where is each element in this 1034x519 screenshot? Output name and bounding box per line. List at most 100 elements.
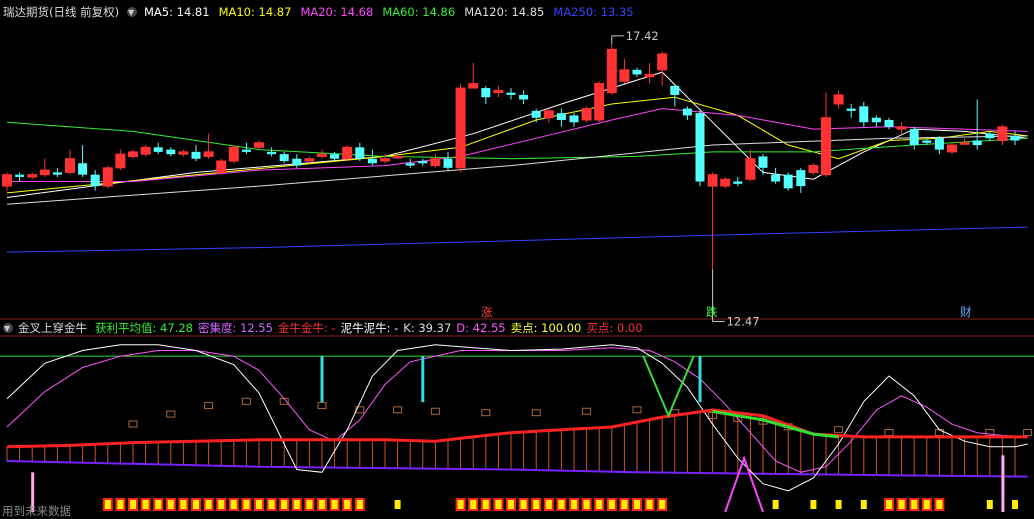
chip-box — [166, 410, 176, 418]
main-title: 瑞达期货(日线 前复权) — [3, 5, 119, 19]
candle-body-up-fill — [619, 69, 629, 82]
candle-body-up-fill — [997, 126, 1007, 141]
low-marker: 12.47 — [712, 269, 760, 328]
footer-note: 用到未来数据 — [2, 504, 71, 518]
chip-box — [531, 409, 541, 417]
buy-marker-inner — [180, 500, 187, 509]
ma-line-MA60 — [6, 121, 1028, 160]
candle-body-down — [871, 117, 881, 123]
buy-marker-inner — [482, 500, 489, 509]
chip-box — [241, 397, 251, 405]
event-label-down[interactable]: 跌 — [706, 305, 718, 319]
candle-body-down — [279, 154, 289, 161]
chip-box — [481, 409, 491, 417]
sell-marker-box — [810, 500, 817, 509]
candle-body-up-fill — [27, 174, 37, 177]
buy-signal-spike — [724, 455, 764, 513]
buy-marker-inner — [117, 500, 124, 509]
buy-marker-inner — [268, 500, 275, 509]
candle-body-down — [418, 161, 428, 164]
candle-body-down — [519, 94, 529, 100]
candle-body-down — [884, 119, 894, 127]
buy-marker-inner — [142, 500, 149, 509]
buy-marker-inner — [470, 500, 477, 509]
candle-body-down — [846, 108, 856, 111]
buy-marker-inner — [205, 500, 212, 509]
buy-marker-inner — [608, 500, 615, 509]
buy-marker-inner — [646, 500, 653, 509]
event-label-up[interactable]: 涨 — [481, 305, 493, 319]
candle-body-up-fill — [834, 94, 844, 105]
buy-marker-inner — [281, 500, 288, 509]
candle-body-up-fill — [65, 158, 75, 173]
indicator-legend-item-3: 泥牛泥牛: - — [341, 321, 399, 335]
pink-marker — [1001, 455, 1005, 512]
golden-bull-line — [6, 408, 1028, 449]
candle-body-up-fill — [40, 170, 50, 175]
candle-body-up-fill — [342, 147, 352, 159]
candle-body-down — [1010, 135, 1020, 141]
buy-marker-inner — [155, 500, 162, 509]
candle-body-down — [985, 133, 995, 139]
stock-chart: 瑞达期货(日线 前复权) ▼ MA5: 14.81 MA10: 14.87 MA20… — [0, 5, 1034, 518]
candle-body-up-fill — [947, 145, 957, 152]
candle-body-down — [52, 172, 62, 175]
event-label-finance[interactable]: 财 — [960, 305, 972, 319]
buy-marker-inner — [104, 500, 111, 509]
candle-body-down — [166, 149, 176, 155]
main-plot — [2, 43, 1028, 270]
chip-box — [430, 407, 440, 415]
indicator-legend-item-5: D: 42.55 — [456, 321, 505, 335]
buy-marker-inner — [243, 500, 250, 509]
candle-body-up-fill — [393, 156, 403, 158]
buy-marker-inner — [508, 500, 514, 509]
candle-body-down — [481, 88, 491, 98]
buy-marker-inner — [583, 500, 590, 509]
candle-body-up-fill — [607, 49, 617, 93]
candle-body-up-fill — [897, 126, 907, 130]
ma-legend-item-2: MA20: 14.68 — [300, 5, 373, 19]
ma-legend: MA5: 14.81 MA10: 14.87 MA20: 14.68 MA60: 14… — [144, 5, 634, 19]
candle-body-up-fill — [582, 108, 592, 120]
candle-body-up-fill — [821, 117, 831, 175]
buy-marker-inner — [256, 500, 262, 509]
indicator-legend: 获利平均值: 47.28 密集度: 12.55 金牛金牛: - 泥牛泥牛: - K: 3… — [95, 321, 643, 335]
candle-body-up-fill — [745, 158, 755, 180]
ma-legend-item-0: MA5: 14.81 — [144, 5, 210, 19]
candle-body-up-fill — [645, 74, 655, 77]
candle-body-down — [78, 163, 88, 175]
candle-body-down — [15, 174, 25, 177]
candle-body-down — [569, 115, 579, 123]
candle-body-down — [796, 170, 806, 187]
candle-body-down — [443, 158, 453, 168]
sell-marker-box — [1012, 500, 1018, 509]
candle-body-up-fill — [2, 174, 12, 187]
buy-marker-inner — [293, 500, 300, 509]
cyan-spike — [320, 356, 324, 403]
collapse-chevron-icon: ▼ — [128, 8, 135, 17]
buy-marker-inner — [923, 500, 930, 509]
candle-body-up-fill — [708, 174, 718, 187]
candle-body-down — [367, 158, 377, 164]
buy-marker-inner — [230, 500, 237, 509]
candle-body-down — [783, 174, 793, 189]
buy-marker-inner — [130, 500, 136, 509]
ma-legend-item-3: MA60: 14.86 — [382, 5, 455, 19]
candle-body-down — [670, 85, 680, 95]
sell-marker-box — [394, 500, 401, 509]
buy-marker-inner — [344, 500, 351, 509]
buy-marker-inner — [218, 500, 225, 509]
buy-marker-inner — [306, 500, 313, 509]
buy-marker-inner — [558, 500, 565, 509]
candle-body-up-fill — [493, 90, 503, 93]
candle-body-up-fill — [141, 147, 151, 155]
chip-box — [393, 406, 403, 414]
candle-body-down — [859, 106, 869, 123]
buy-marker-inner — [533, 500, 540, 509]
indicator-title: 金叉上穿金牛 — [18, 321, 87, 335]
candle-body-down — [909, 129, 919, 146]
candle-body-down — [733, 181, 743, 184]
chip-box — [1023, 429, 1033, 436]
candle-body-down — [695, 113, 705, 182]
chip-box — [128, 420, 138, 428]
